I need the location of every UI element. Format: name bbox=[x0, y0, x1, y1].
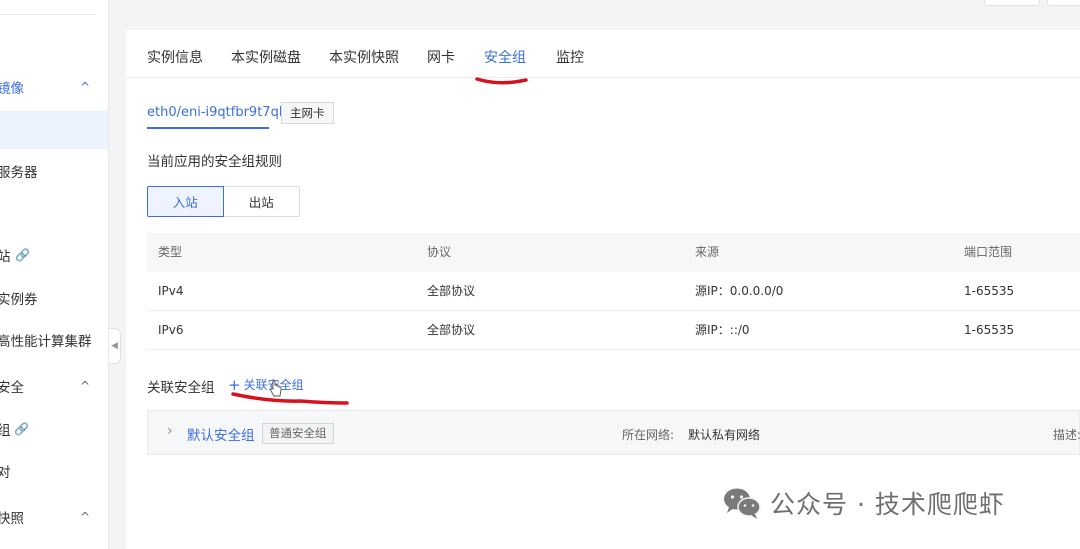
cell-protocol: 全部协议 bbox=[427, 323, 476, 337]
instance-detail-panel: 实例信息 本实例磁盘 本实例快照 网卡 安全组 监控 eth0/eni-i9qt… bbox=[126, 30, 1080, 549]
cell-protocol: 全部协议 bbox=[427, 284, 476, 298]
primary-nic-badge: 主网卡 bbox=[281, 102, 334, 124]
outbound-button[interactable]: 出站 bbox=[223, 186, 300, 217]
column-header-source: 来源 bbox=[695, 245, 720, 259]
associate-security-group-link[interactable]: + 关联安全组 bbox=[228, 376, 304, 393]
tab-instance-info[interactable]: 实例信息 bbox=[147, 47, 203, 67]
sidebar-item-label: 快照 bbox=[0, 511, 24, 527]
inbound-button[interactable]: 入站 bbox=[147, 186, 224, 217]
wechat-icon bbox=[724, 488, 761, 519]
link-icon: 🔗 bbox=[15, 248, 30, 262]
link-icon: 🔗 bbox=[14, 422, 29, 436]
column-header-port-range: 端口范围 bbox=[964, 245, 1013, 259]
chevron-up-icon: ^ bbox=[80, 80, 91, 94]
rules-table: 类型 协议 来源 端口范围 IPv4 全部协议 源IP：0.0.0.0/0 1-… bbox=[147, 233, 1080, 350]
sidebar-item-hpc-cluster[interactable]: 高性能计算集群 bbox=[0, 321, 108, 359]
chevron-up-icon: ^ bbox=[80, 379, 91, 393]
associated-groups-title: 关联安全组 bbox=[147, 380, 215, 396]
rules-section-title: 当前应用的安全组规则 bbox=[147, 154, 282, 170]
sidebar-item-site[interactable]: 站 🔗 bbox=[0, 236, 108, 274]
column-header-type: 类型 bbox=[158, 245, 183, 259]
sidebar-group-images[interactable]: 镜像 ^ bbox=[0, 68, 108, 106]
sidebar-item-label: 镜像 bbox=[0, 81, 24, 97]
sidebar-item-server[interactable]: 服务器 bbox=[0, 152, 108, 190]
sidebar-item-label: 实例券 bbox=[0, 292, 38, 308]
tab-instance-disks[interactable]: 本实例磁盘 bbox=[231, 47, 301, 67]
sidebar-item-label: 组 bbox=[0, 419, 11, 439]
cell-type: IPv6 bbox=[158, 323, 184, 337]
sidebar-item-label: 高性能计算集群 bbox=[0, 334, 92, 350]
description-label: 描述: bbox=[1053, 428, 1080, 442]
sidebar-group-security[interactable]: 安全 ^ bbox=[0, 367, 108, 405]
column-header-protocol: 协议 bbox=[427, 245, 452, 259]
nic-tab-underline bbox=[147, 127, 269, 129]
security-group-type-badge: 普通安全组 bbox=[262, 423, 334, 444]
chevron-up-icon: ^ bbox=[80, 510, 91, 524]
security-group-name[interactable]: 默认安全组 bbox=[187, 424, 255, 444]
watermark: 公众号 · 技术爬爬虾 bbox=[722, 485, 1005, 521]
table-row: IPv4 全部协议 源IP：0.0.0.0/0 1-65535 bbox=[147, 272, 1080, 311]
sidebar-item-label: 站 bbox=[0, 245, 11, 265]
chevron-right-icon[interactable]: › bbox=[167, 423, 173, 439]
toolbar-button[interactable] bbox=[984, 0, 1040, 6]
tab-instance-snapshots[interactable]: 本实例快照 bbox=[329, 47, 399, 67]
sidebar-item-keypair[interactable]: 对 bbox=[0, 452, 108, 490]
cell-port-range: 1-65535 bbox=[964, 323, 1015, 337]
detail-tabs: 实例信息 本实例磁盘 本实例快照 网卡 安全组 监控 bbox=[126, 30, 1080, 78]
plus-icon: + bbox=[228, 375, 241, 394]
nic-name[interactable]: eth0/eni-i9qtfbr9t7qh bbox=[147, 105, 287, 120]
security-group-card[interactable]: › 默认安全组 普通安全组 所在网络: 默认私有网络 描述: bbox=[147, 410, 1080, 455]
sidebar-item-security-group[interactable]: 组 🔗 bbox=[0, 410, 108, 448]
cell-source: 源IP：0.0.0.0/0 bbox=[695, 284, 784, 298]
sidebar-divider bbox=[0, 14, 96, 15]
sidebar: 镜像 ^ 服务器 站 🔗 实例券 高性能计算集群 安全 ^ 组 🔗 对 快照 ^ bbox=[0, 0, 109, 549]
cell-port-range: 1-65535 bbox=[964, 284, 1015, 298]
tab-security-group[interactable]: 安全组 bbox=[484, 47, 526, 67]
sidebar-collapse-handle[interactable]: ◀ bbox=[109, 328, 121, 364]
top-toolbar bbox=[110, 0, 1080, 16]
sidebar-item-selected[interactable] bbox=[0, 111, 108, 149]
sidebar-item-label: 安全 bbox=[0, 380, 24, 396]
network-label: 所在网络: bbox=[622, 428, 675, 442]
tab-nic[interactable]: 网卡 bbox=[427, 47, 455, 67]
sidebar-item-label: 服务器 bbox=[0, 165, 38, 181]
toolbar-button[interactable] bbox=[1047, 0, 1080, 6]
watermark-text: 公众号 · 技术爬爬虾 bbox=[770, 490, 1005, 519]
direction-toggle: 入站 出站 bbox=[147, 186, 300, 217]
chevron-left-icon: ◀ bbox=[111, 341, 118, 351]
network-value: 默认私有网络 bbox=[688, 428, 761, 442]
table-header-row: 类型 协议 来源 端口范围 bbox=[147, 233, 1080, 272]
tab-monitoring[interactable]: 监控 bbox=[556, 47, 584, 67]
table-row: IPv6 全部协议 源IP：::/0 1-65535 bbox=[147, 311, 1080, 350]
sidebar-item-label: 对 bbox=[0, 461, 11, 481]
cell-source: 源IP：::/0 bbox=[695, 323, 750, 337]
hand-cursor-icon bbox=[270, 380, 282, 397]
sidebar-group-snapshot[interactable]: 快照 ^ bbox=[0, 498, 108, 536]
sidebar-item-coupon[interactable]: 实例券 bbox=[0, 279, 108, 317]
cell-type: IPv4 bbox=[158, 284, 184, 298]
